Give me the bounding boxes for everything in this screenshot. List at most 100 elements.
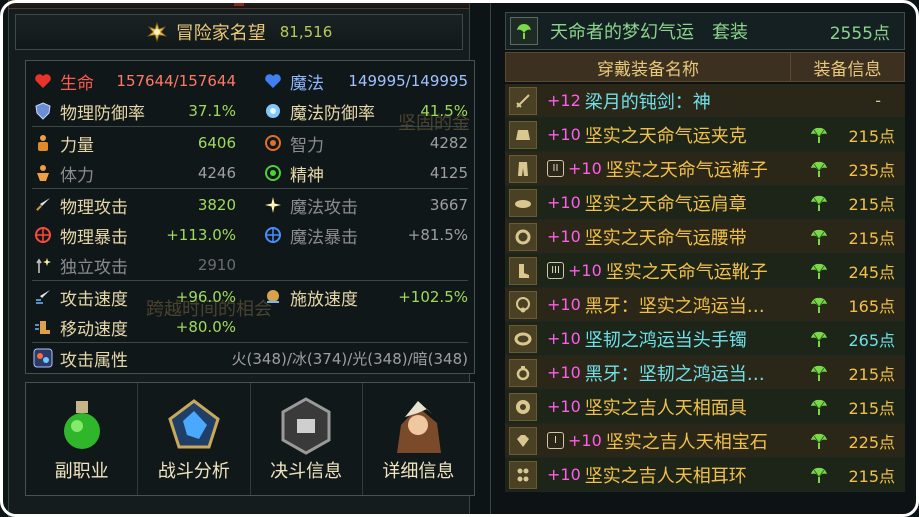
- button-label: 战斗分析: [157, 461, 230, 482]
- stat-value: 41.5%: [420, 102, 468, 120]
- equipment-table-header: 穿戴装备名称 装备信息: [505, 52, 905, 82]
- equipment-name[interactable]: 坚实之吉人天相宝石: [606, 428, 768, 454]
- stat-independent-attack: 独立攻击 2910: [32, 251, 236, 279]
- belt-slot-icon: [509, 222, 537, 251]
- divider: [32, 188, 468, 189]
- set-leaf-icon: [808, 430, 830, 452]
- gem-slot-icon: [509, 426, 537, 455]
- equipment-name[interactable]: 黑牙：坚韧之鸿运当…: [585, 360, 765, 386]
- detailed-info-button[interactable]: 详细信息: [363, 383, 474, 495]
- pentagon-chart-icon: [168, 399, 220, 449]
- stat-magic-crit: 魔法暴击 +81.5%: [262, 221, 468, 249]
- duel-emblem-icon: [281, 397, 331, 455]
- equipment-name[interactable]: 黑牙：坚实之鸿运当…: [585, 292, 765, 318]
- mana-heart-icon: [262, 70, 284, 92]
- equipment-name[interactable]: 坚韧之鸿运当头手镯: [585, 326, 747, 352]
- equipment-name[interactable]: 坚实之天命气运靴子: [606, 258, 768, 284]
- set-leaf-icon: [808, 226, 830, 248]
- equipment-points: 215点: [848, 194, 895, 214]
- stat-value: 3820: [197, 196, 236, 214]
- pants-slot-icon: [509, 154, 537, 183]
- reinforce-level: +10: [547, 193, 581, 212]
- subequip-slot-icon: [509, 392, 537, 421]
- equipment-row[interactable]: +10 坚实之吉人天相面具 215点: [505, 390, 905, 424]
- equipment-row[interactable]: +10 坚实之天命气运夹克 215点: [505, 118, 905, 152]
- equipment-info: +10 坚实之吉人天相耳环: [547, 462, 747, 488]
- equipment-points: -: [875, 91, 881, 110]
- stat-label: 魔法防御率: [290, 103, 375, 124]
- equipment-row[interactable]: I +10 坚实之吉人天相宝石 225点: [505, 424, 905, 458]
- equipment-points: 215点: [848, 228, 895, 248]
- equipment-row[interactable]: +10 坚韧之鸿运当头手镯 265点: [505, 322, 905, 356]
- bracelet-slot-icon: [509, 324, 537, 353]
- heart-icon: [32, 70, 54, 92]
- equipment-name[interactable]: 坚实之吉人天相面具: [585, 394, 747, 420]
- stat-value: 149995/149995: [348, 72, 468, 90]
- stat-label: 精神: [290, 165, 324, 186]
- equipment-row[interactable]: II +10 坚实之天命气运裤子 235点: [505, 152, 905, 186]
- equipment-name[interactable]: 坚实之天命气运裤子: [606, 156, 768, 182]
- stat-value: 157644/157644: [116, 72, 236, 90]
- equipment-points: 225点: [848, 432, 895, 452]
- equipment-info: +10 坚实之天命气运夹克: [547, 122, 747, 148]
- equipment-name[interactable]: 坚实之天命气运肩章: [585, 190, 747, 216]
- set-points: 2555点: [829, 23, 890, 44]
- sub-profession-button[interactable]: 副职业: [26, 383, 139, 495]
- stat-value: +81.5%: [407, 226, 468, 244]
- equipment-name[interactable]: 梁月的钝剑：神: [585, 88, 711, 114]
- move-speed-icon: [32, 316, 54, 338]
- strength-icon: [32, 132, 54, 154]
- reputation-value: 81,516: [279, 23, 333, 41]
- divider: [32, 280, 468, 281]
- set-leaf-icon: [808, 464, 830, 486]
- equipment-row[interactable]: +10 黑牙：坚实之鸿运当… 165点: [505, 288, 905, 322]
- equipment-row[interactable]: III +10 坚实之天命气运靴子 245点: [505, 254, 905, 288]
- stat-label: 魔法暴击: [290, 227, 358, 248]
- equipment-row[interactable]: +10 坚实之天命气运腰带 215点: [505, 220, 905, 254]
- stat-label: 魔法: [290, 73, 324, 94]
- stat-label: 移动速度: [60, 319, 128, 340]
- divider: [32, 126, 468, 127]
- character-portrait-icon: [397, 401, 442, 453]
- stat-cast-speed: 施放速度 +102.5%: [262, 283, 468, 311]
- equipment-info: III +10 坚实之天命气运靴子: [547, 258, 768, 284]
- stat-label: 生命: [60, 73, 94, 94]
- button-label: 详细信息: [382, 461, 455, 482]
- equipment-name[interactable]: 坚实之天命气运夹克: [585, 122, 747, 148]
- set-leaf-icon: [808, 362, 830, 384]
- battle-analysis-button[interactable]: 战斗分析: [138, 383, 251, 495]
- stat-label: 独立攻击: [60, 257, 128, 278]
- coat-slot-icon: [509, 120, 537, 149]
- equipment-row[interactable]: +10 黑牙：坚韧之鸿运当… 215点: [505, 356, 905, 390]
- reinforce-level: +10: [568, 261, 602, 280]
- reinforce-level: +10: [568, 431, 602, 450]
- equipment-row[interactable]: +12 梁月的钝剑：神 -: [505, 84, 905, 118]
- equipment-points: 215点: [848, 466, 895, 486]
- equipment-row[interactable]: +10 坚实之吉人天相耳环 215点: [505, 458, 905, 492]
- stat-value: 6406: [197, 134, 236, 152]
- equipment-name[interactable]: 坚实之吉人天相耳环: [585, 462, 747, 488]
- stat-physical-attack: 物理攻击 3820: [32, 191, 236, 219]
- cast-speed-icon: [262, 286, 284, 308]
- stat-label: 魔法攻击: [290, 197, 358, 218]
- shield-icon: [32, 100, 54, 122]
- weapon-slot-icon: [509, 86, 537, 115]
- column-header-info: 装备信息: [791, 52, 905, 82]
- set-leaf-icon: [808, 328, 830, 350]
- equipment-name[interactable]: 坚实之天命气运腰带: [585, 224, 747, 250]
- equipment-info: +10 黑牙：坚韧之鸿运当…: [547, 360, 765, 386]
- stat-label: 物理防御率: [60, 103, 145, 124]
- set-name: 天命者的梦幻气运 套装: [550, 22, 748, 43]
- stat-spirit: 精神 4125: [262, 159, 468, 187]
- equipment-points: 165点: [848, 296, 895, 316]
- reinforce-level: +12: [547, 91, 581, 110]
- divider: [32, 342, 468, 343]
- stat-value: 4125: [429, 164, 468, 182]
- stat-value: 4282: [429, 134, 468, 152]
- stat-vitality: 体力 4246: [32, 159, 236, 187]
- set-leaf-icon: [808, 192, 830, 214]
- equipment-row[interactable]: +10 坚实之天命气运肩章 215点: [505, 186, 905, 220]
- equipment-points: 265点: [848, 330, 895, 350]
- duel-info-button[interactable]: 决斗信息: [251, 383, 363, 495]
- magic-attack-icon: [262, 194, 284, 216]
